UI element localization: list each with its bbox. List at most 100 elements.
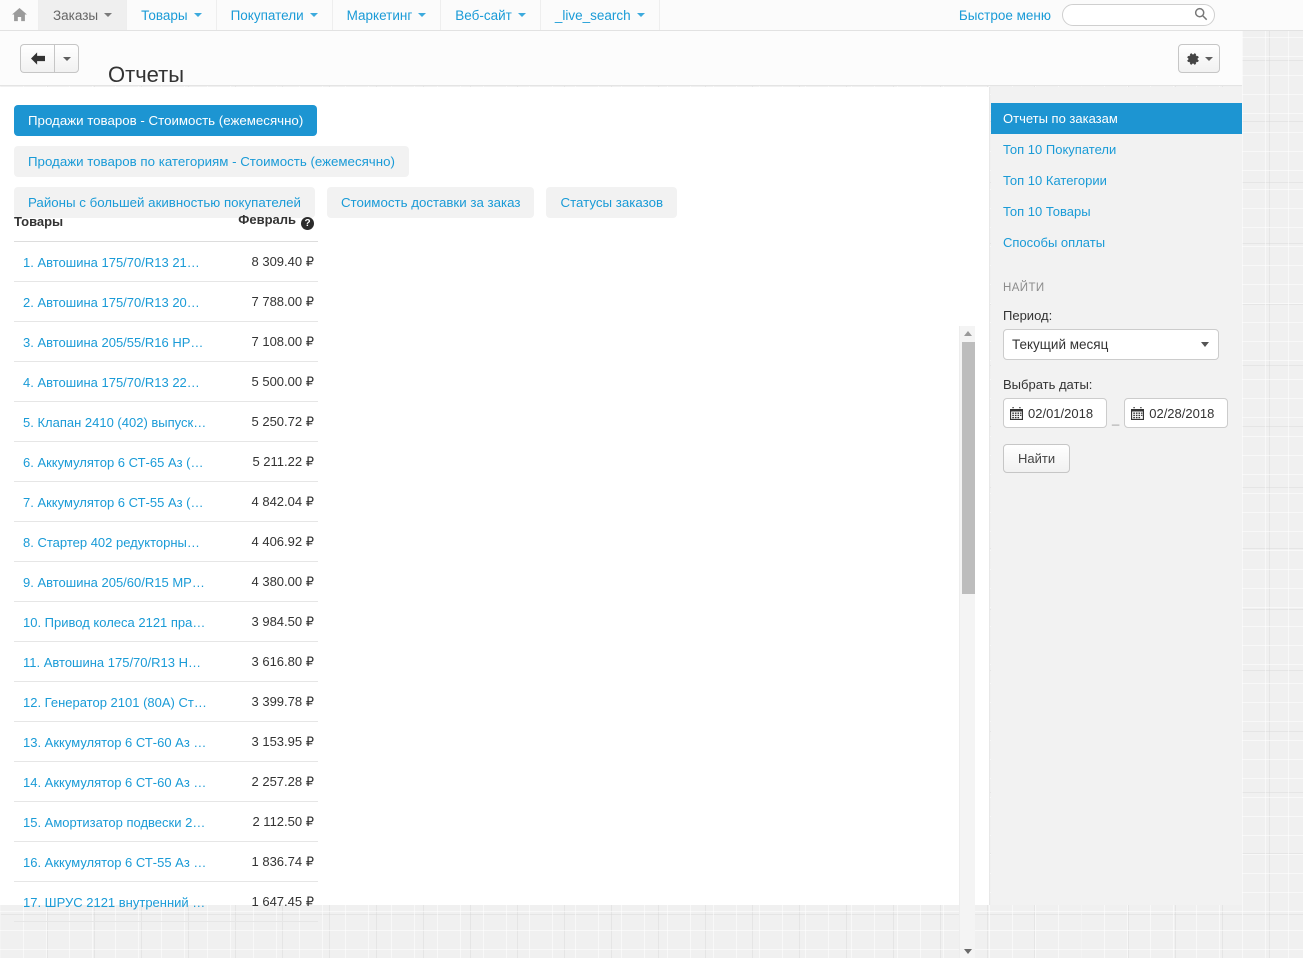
right-sidebar: Отчеты по заказам Топ 10 Покупатели Топ … bbox=[991, 87, 1242, 905]
report-tab-category-sales-value[interactable]: Продажи товаров по категориям - Стоимост… bbox=[14, 146, 409, 177]
search-icon[interactable] bbox=[1194, 7, 1208, 24]
product-value-cell: 2 112.50 ₽ bbox=[223, 801, 318, 842]
product-value-cell: 5 250.72 ₽ bbox=[223, 401, 318, 442]
calendar-icon bbox=[1131, 406, 1145, 420]
filter-heading: НАЙТИ bbox=[1003, 282, 1045, 294]
table-row: 13. Аккумулятор 6 СТ-60 Аз … 3 153.95 ₽ bbox=[14, 721, 318, 762]
nav-item-website[interactable]: Веб-сайт bbox=[441, 0, 541, 30]
table-row: 6. Аккумулятор 6 СТ-65 Аз (… 5 211.22 ₽ bbox=[14, 441, 318, 482]
table-row: 2. Автошина 175/70/R13 20… 7 788.00 ₽ bbox=[14, 281, 318, 322]
product-name-cell[interactable]: 1. Автошина 175/70/R13 21… bbox=[14, 241, 223, 282]
nav-item-products[interactable]: Товары bbox=[127, 0, 217, 30]
chevron-down-icon bbox=[636, 13, 645, 17]
product-value-cell: 8 309.40 ₽ bbox=[223, 241, 318, 282]
calendar-icon bbox=[1010, 406, 1023, 420]
chevron-down-icon bbox=[517, 13, 526, 17]
scrollbar-thumb[interactable] bbox=[962, 342, 975, 594]
table-vertical-scrollbar[interactable] bbox=[959, 326, 975, 958]
product-name-cell[interactable]: 12. Генератор 2101 (80А) Ст… bbox=[14, 681, 223, 722]
table-row: 14. Аккумулятор 6 СТ-60 Аз … 2 257.28 ₽ bbox=[14, 761, 318, 802]
page-title: Отчеты bbox=[108, 62, 185, 87]
nav-item-live-search[interactable]: _live_search bbox=[541, 0, 660, 30]
table-row: 1. Автошина 175/70/R13 21… 8 309.40 ₽ bbox=[14, 241, 318, 282]
caret-down-icon bbox=[1204, 56, 1213, 61]
table-row: 3. Автошина 205/55/R16 HP… 7 108.00 ₽ bbox=[14, 321, 318, 362]
nav-item-label: Товары bbox=[141, 7, 188, 23]
product-value-cell: 1 836.74 ₽ bbox=[223, 841, 318, 882]
product-value-cell: 4 406.92 ₽ bbox=[223, 521, 318, 562]
table-header-row: Товары Февраль? bbox=[14, 212, 318, 242]
table-row: 10. Привод колеса 2121 пра… 3 984.50 ₽ bbox=[14, 601, 318, 642]
table-row: 12. Генератор 2101 (80А) Ст… 3 399.78 ₽ bbox=[14, 681, 318, 722]
table-row: 5. Клапан 2410 (402) выпуск… 5 250.72 ₽ bbox=[14, 401, 318, 442]
date-to-field[interactable]: 02/28/2018 bbox=[1124, 398, 1229, 428]
table-row: 17. ШРУС 2121 внутренний … 1 647.45 ₽ bbox=[14, 881, 318, 922]
sidebar-item-top10-customers[interactable]: Топ 10 Покупатели bbox=[991, 134, 1242, 165]
product-value-cell: 7 788.00 ₽ bbox=[223, 281, 318, 322]
product-name-cell[interactable]: 10. Привод колеса 2121 пра… bbox=[14, 601, 223, 642]
settings-button[interactable] bbox=[1178, 44, 1220, 73]
product-value-cell: 4 380.00 ₽ bbox=[223, 561, 318, 602]
product-name-cell[interactable]: 9. Автошина 205/60/R15 MP… bbox=[14, 561, 223, 602]
product-name-cell[interactable]: 6. Аккумулятор 6 СТ-65 Аз (… bbox=[14, 441, 223, 482]
sidebar-item-payment-methods[interactable]: Способы оплаты bbox=[991, 227, 1242, 258]
quick-menu-link[interactable]: Быстрое меню bbox=[959, 8, 1051, 23]
product-name-cell[interactable]: 5. Клапан 2410 (402) выпуск… bbox=[14, 401, 223, 442]
product-value-cell: 7 108.00 ₽ bbox=[223, 321, 318, 362]
home-icon[interactable] bbox=[0, 0, 39, 30]
product-name-cell[interactable]: 3. Автошина 205/55/R16 HP… bbox=[14, 321, 223, 362]
product-name-cell[interactable]: 4. Автошина 175/70/R13 22… bbox=[14, 361, 223, 402]
product-name-cell[interactable]: 2. Автошина 175/70/R13 20… bbox=[14, 281, 223, 322]
search-glyph bbox=[1194, 7, 1208, 21]
product-value-cell: 2 257.28 ₽ bbox=[223, 761, 318, 802]
product-value-cell: 3 984.50 ₽ bbox=[223, 601, 318, 642]
product-name-cell[interactable]: 7. Аккумулятор 6 СТ-55 Аз (… bbox=[14, 481, 223, 522]
report-table: Товары Февраль? 1. Автошина 175/70/R13 2… bbox=[14, 212, 318, 922]
product-name-cell[interactable]: 15. Амортизатор подвески 2… bbox=[14, 801, 223, 842]
search-input[interactable] bbox=[1062, 4, 1215, 26]
report-tab-list: Продажи товаров - Стоимость (ежемесячно)… bbox=[14, 105, 714, 218]
product-name-cell[interactable]: 8. Стартер 402 редукторны… bbox=[14, 521, 223, 562]
period-label: Период: bbox=[1003, 308, 1053, 323]
dates-label: Выбрать даты: bbox=[1003, 377, 1093, 392]
table-row: 8. Стартер 402 редукторны… 4 406.92 ₽ bbox=[14, 521, 318, 562]
filter-panel: НАЙТИ Период: Текущий месяц Выбрать даты… bbox=[1003, 282, 1231, 473]
scroll-down-arrow-icon[interactable] bbox=[960, 944, 976, 958]
find-button[interactable]: Найти bbox=[1003, 444, 1071, 473]
navbar-right-group: Быстрое меню bbox=[959, 0, 1303, 30]
nav-item-label: _live_search bbox=[554, 7, 631, 23]
date-from-value: 02/01/2018 bbox=[1028, 405, 1094, 421]
nav-item-label: Маркетинг bbox=[346, 7, 413, 23]
product-name-cell[interactable]: 11. Автошина 175/70/R13 H… bbox=[14, 641, 223, 682]
period-select[interactable]: Текущий месяц bbox=[1003, 329, 1219, 360]
date-from-field[interactable]: 02/01/2018 bbox=[1003, 398, 1107, 428]
column-header-month[interactable]: Февраль? bbox=[223, 212, 318, 242]
caret-down-icon bbox=[62, 56, 71, 61]
chevron-down-icon bbox=[104, 13, 113, 17]
product-name-cell[interactable]: 17. ШРУС 2121 внутренний … bbox=[14, 881, 223, 922]
product-name-cell[interactable]: 16. Аккумулятор 6 СТ-55 Аз … bbox=[14, 841, 223, 882]
chevron-down-icon bbox=[418, 13, 427, 17]
product-name-cell[interactable]: 13. Аккумулятор 6 СТ-60 Аз … bbox=[14, 721, 223, 762]
report-tab-product-sales-value[interactable]: Продажи товаров - Стоимость (ежемесячно) bbox=[14, 105, 318, 136]
back-button[interactable] bbox=[20, 44, 54, 73]
question-mark-icon[interactable]: ? bbox=[301, 217, 314, 230]
nav-item-label: Веб-сайт bbox=[455, 7, 512, 23]
nav-item-orders[interactable]: Заказы bbox=[39, 0, 128, 30]
table-row: 9. Автошина 205/60/R15 MP… 4 380.00 ₽ bbox=[14, 561, 318, 602]
sidebar-item-top10-products[interactable]: Топ 10 Товары bbox=[991, 196, 1242, 227]
gear-icon bbox=[1186, 52, 1199, 65]
table-row: 16. Аккумулятор 6 СТ-55 Аз … 1 836.74 ₽ bbox=[14, 841, 318, 882]
report-links-list: Отчеты по заказам Топ 10 Покупатели Топ … bbox=[991, 103, 1242, 258]
sidebar-item-order-reports[interactable]: Отчеты по заказам bbox=[991, 103, 1242, 134]
scroll-up-arrow-icon[interactable] bbox=[960, 326, 976, 340]
table-row: 15. Амортизатор подвески 2… 2 112.50 ₽ bbox=[14, 801, 318, 842]
product-name-cell[interactable]: 14. Аккумулятор 6 СТ-60 Аз … bbox=[14, 761, 223, 802]
column-header-products[interactable]: Товары bbox=[14, 212, 223, 242]
period-select-wrapper: Текущий месяц bbox=[1003, 329, 1219, 360]
back-dropdown-button[interactable] bbox=[54, 44, 79, 73]
sidebar-item-top10-categories[interactable]: Топ 10 Категории bbox=[991, 165, 1242, 196]
table-row: 7. Аккумулятор 6 СТ-55 Аз (… 4 842.04 ₽ bbox=[14, 481, 318, 522]
nav-item-marketing[interactable]: Маркетинг bbox=[333, 0, 442, 30]
nav-item-customers[interactable]: Покупатели bbox=[217, 0, 333, 30]
